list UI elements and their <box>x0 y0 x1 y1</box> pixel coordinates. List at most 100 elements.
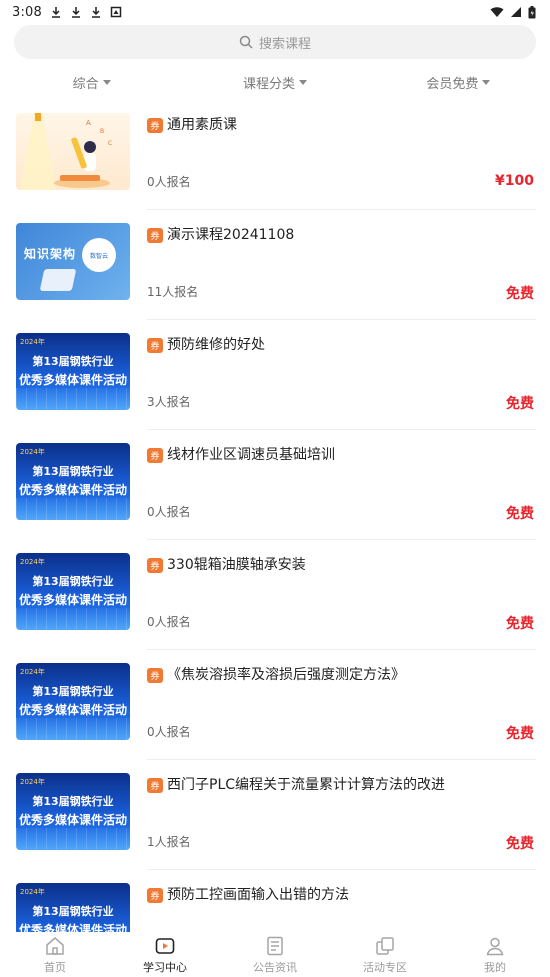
course-item[interactable]: 2024年 第13届钢铁行业 优秀多媒体课件活动 券 西门子PLC编程关于流量累… <box>0 760 550 870</box>
search-bar[interactable]: 搜索课程 <box>14 25 536 59</box>
thumbnail-year: 2024年 <box>20 888 45 896</box>
thumbnail-line1: 第13届钢铁行业 <box>32 575 114 588</box>
coupon-tag: 券 <box>147 558 163 573</box>
download-icon <box>52 7 60 18</box>
svg-text:A: A <box>86 119 91 127</box>
tab-label: 公告资讯 <box>253 961 297 974</box>
course-thumbnail: 2024年 第13届钢铁行业 优秀多媒体课件活动 <box>16 663 130 740</box>
tab-study-center[interactable]: 学习中心 <box>110 932 220 977</box>
course-thumbnail: 2024年 第13届钢铁行业 优秀多媒体课件活动 <box>16 883 130 932</box>
tab-news[interactable]: 公告资讯 <box>220 932 330 977</box>
filter-comprehensive[interactable]: 综合 <box>0 68 183 96</box>
enrollment-count: 1人报名 <box>147 835 191 849</box>
activity-icon <box>376 937 394 955</box>
thumbnail-title: 知识架构 <box>24 247 77 261</box>
enrollment-count: 0人报名 <box>147 725 191 739</box>
enrollment-count: 11人报名 <box>147 285 199 299</box>
profile-icon <box>486 937 504 956</box>
tab-label: 活动专区 <box>363 961 407 974</box>
thumbnail-line1: 第13届钢铁行业 <box>32 905 114 918</box>
course-thumbnail: 2024年 第13届钢铁行业 优秀多媒体课件活动 <box>16 773 130 850</box>
grid-decoration <box>16 388 130 410</box>
course-title: 通用素质课 <box>167 117 237 133</box>
svg-text:B: B <box>100 128 104 135</box>
course-price: 免费 <box>506 616 534 632</box>
course-item[interactable]: 2024年 第13届钢铁行业 优秀多媒体课件活动 券 预防工控画面输入出错的方法 <box>0 870 550 932</box>
status-notification-icons <box>50 6 122 18</box>
thumbnail-badge: 数智云 <box>82 238 116 272</box>
thumbnail-line1: 第13届钢铁行业 <box>32 465 114 478</box>
study-illustration: A B C <box>20 113 112 190</box>
course-title: 线材作业区调速员基础培训 <box>167 447 335 463</box>
thumbnail-line2: 优秀多媒体课件活动 <box>18 813 127 827</box>
course-price: 免费 <box>506 836 534 852</box>
tab-label: 学习中心 <box>143 961 187 974</box>
coupon-tag: 券 <box>147 668 163 683</box>
download-icon <box>72 7 80 18</box>
course-item[interactable]: 2024年 第13届钢铁行业 优秀多媒体课件活动 券 预防维修的好处 3人报名 … <box>0 320 550 430</box>
status-left: 3:08 <box>12 5 122 20</box>
download-icon <box>92 7 100 18</box>
thumbnail-line1: 第13届钢铁行业 <box>32 685 114 698</box>
thumbnail-line1: 第13届钢铁行业 <box>32 795 114 808</box>
course-item[interactable]: 2024年 第13届钢铁行业 优秀多媒体课件活动 券 《焦炭溶损率及溶损后强度测… <box>0 650 550 760</box>
tab-profile[interactable]: 我的 <box>440 932 550 977</box>
tab-home[interactable]: 首页 <box>0 932 110 977</box>
enrollment-count: 0人报名 <box>147 175 191 189</box>
thumbnail-year: 2024年 <box>20 448 45 456</box>
filter-label: 会员免费 <box>426 76 479 92</box>
filter-label: 综合 <box>72 76 99 92</box>
coupon-tag: 券 <box>147 338 163 353</box>
course-title: 预防维修的好处 <box>167 337 265 353</box>
tab-activity[interactable]: 活动专区 <box>330 932 440 977</box>
coupon-tag: 券 <box>147 448 163 463</box>
grid-decoration <box>16 498 130 520</box>
course-thumbnail: A B C <box>16 113 130 190</box>
thumbnail-year: 2024年 <box>20 668 45 676</box>
coupon-tag: 券 <box>147 228 163 243</box>
course-price: 免费 <box>506 506 534 522</box>
enrollment-count: 0人报名 <box>147 505 191 519</box>
course-title: 预防工控画面输入出错的方法 <box>167 887 349 903</box>
course-item[interactable]: A B C 券 通用素质课 0人报名 ¥100 <box>0 100 550 210</box>
course-item[interactable]: 知识架构 数智云 券 演示课程20241108 11人报名 免费 <box>0 210 550 320</box>
grid-decoration <box>16 608 130 630</box>
grid-decoration <box>16 718 130 740</box>
thumbnail-line2: 优秀多媒体课件活动 <box>18 703 127 717</box>
caret-down-icon <box>102 80 111 85</box>
filter-bar: 综合 课程分类 会员免费 <box>0 68 550 96</box>
course-title: 330辊箱油膜轴承安装 <box>167 557 306 573</box>
news-icon <box>267 936 283 956</box>
thumbnail-line2: 优秀多媒体课件活动 <box>18 373 127 387</box>
filter-course-category[interactable]: 课程分类 <box>183 68 366 96</box>
course-item[interactable]: 2024年 第13届钢铁行业 优秀多媒体课件活动 券 线材作业区调速员基础培训 … <box>0 430 550 540</box>
bottom-tab-bar: 首页 学习中心 公告资讯 活动专区 我的 <box>0 932 550 977</box>
box-illustration <box>39 269 77 291</box>
tab-label: 我的 <box>484 961 506 974</box>
grid-decoration <box>16 828 130 850</box>
course-price: 免费 <box>506 396 534 412</box>
course-price: ¥100 <box>495 173 534 189</box>
thumbnail-line2: 优秀多媒体课件活动 <box>18 923 127 932</box>
tab-label: 首页 <box>44 961 66 974</box>
enrollment-count: 3人报名 <box>147 395 191 409</box>
search-icon <box>239 35 253 49</box>
signal-icon <box>511 7 521 17</box>
filter-label: 课程分类 <box>242 76 295 92</box>
coupon-tag: 券 <box>147 888 163 903</box>
course-title: 西门子PLC编程关于流量累计计算方法的改进 <box>167 777 446 793</box>
coupon-tag: 券 <box>147 118 163 133</box>
course-title: 演示课程20241108 <box>167 227 295 243</box>
course-price: 免费 <box>506 286 534 302</box>
course-list: A B C 券 通用素质课 0人报名 ¥100 知识架构 数智云 券 演示课程2… <box>0 100 550 932</box>
search-placeholder: 搜索课程 <box>258 36 311 52</box>
thumbnail-year: 2024年 <box>20 338 45 346</box>
svg-text:C: C <box>108 140 112 147</box>
filter-member-free[interactable]: 会员免费 <box>367 68 550 96</box>
thumbnail-line2: 优秀多媒体课件活动 <box>18 483 127 497</box>
caret-down-icon <box>299 80 307 85</box>
battery-icon <box>528 5 536 18</box>
status-system-icons <box>490 5 536 19</box>
course-item[interactable]: 2024年 第13届钢铁行业 优秀多媒体课件活动 券 330辊箱油膜轴承安装 0… <box>0 540 550 650</box>
caret-down-icon <box>482 80 491 85</box>
